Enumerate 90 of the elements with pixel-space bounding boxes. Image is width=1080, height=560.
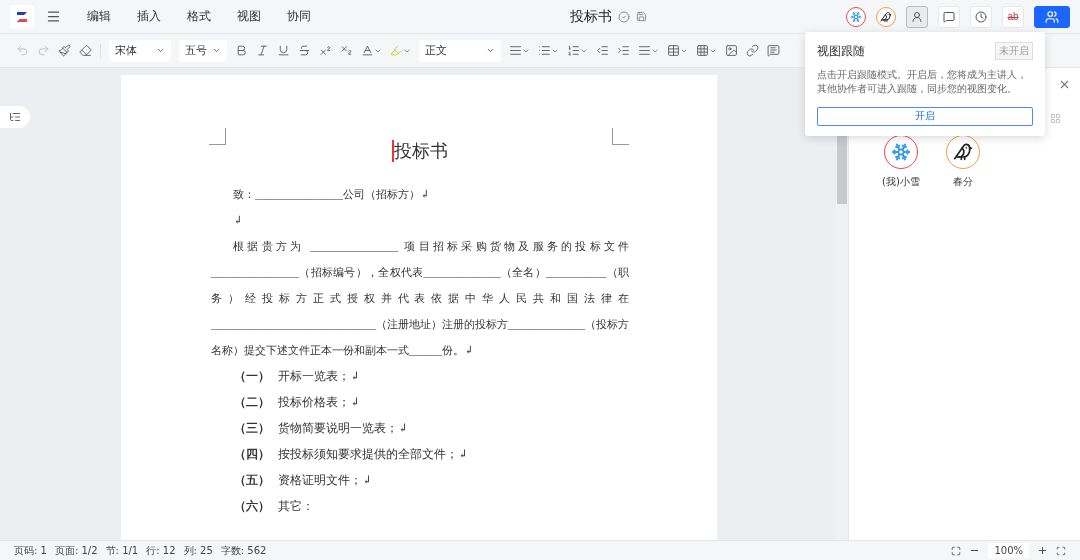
status-item: 节: 1/1 [105,543,139,558]
bold-icon[interactable] [235,44,248,57]
member-name: 春分 [952,175,973,189]
comment-button[interactable] [938,5,960,28]
outline-icon [9,111,21,123]
outline-tab[interactable] [0,106,30,128]
zoom-in-icon[interactable] [1037,545,1048,556]
grid-icon[interactable] [696,44,717,57]
status-item: 行: 12 [146,543,176,558]
format-painter-icon[interactable] [58,44,71,57]
status-item: 列: 25 [183,543,213,558]
check-circle-icon [618,10,630,23]
list-text: 资格证明文件；↲ [278,473,372,488]
app-logo[interactable] [10,4,34,29]
margin-mark [612,128,629,145]
align-icon[interactable] [509,44,530,57]
image-icon[interactable] [725,44,738,57]
caret-icon [486,46,495,55]
link-icon[interactable] [746,44,759,57]
menu-icon[interactable] [46,9,61,24]
list-text: 开标一览表；↲ [278,369,360,384]
comment-icon[interactable] [767,44,780,57]
text-cursor [392,140,394,162]
revision-button[interactable]: ab [1002,5,1024,28]
document-title[interactable]: 投标书 [570,7,612,26]
paragraph: 致：________________公司（招标方）↲ [232,187,431,202]
popover-description: 点击开启跟随模式。开启后，您将成为主讲人，其他协作者可进入跟随，同步您的视图变化。 [817,68,1028,96]
indent-decrease-icon[interactable] [596,44,609,57]
list-text: 其它： [278,499,314,514]
menu-item[interactable]: 编辑 [87,8,111,25]
size-select[interactable]: 五号 [179,39,227,62]
list-marker: （二） [234,395,270,411]
status-badge: 未开启 [995,42,1033,60]
line-spacing-icon[interactable] [638,44,659,57]
history-button[interactable] [970,5,992,28]
font-color-icon[interactable] [361,44,382,57]
collaborator-avatar[interactable] [846,6,866,27]
italic-icon[interactable] [256,44,269,57]
eraser-icon[interactable] [79,44,92,57]
zoom-level[interactable]: 100% [988,543,1029,558]
menu-item[interactable]: 格式 [187,8,211,25]
list-text: 货物简要说明一览表；↲ [278,421,408,436]
indent-increase-icon[interactable] [617,44,630,57]
status-item: 字数: 562 [220,543,267,558]
collaborator-avatar[interactable] [876,6,896,27]
list-text: 按投标须知要求提供的全部文件；↲ [278,447,468,462]
comment-icon [943,10,955,23]
heading: 投标书 [394,140,448,163]
fit-icon[interactable] [1056,545,1066,556]
menu-item[interactable]: 插入 [137,8,161,25]
member-name: (我)小雪 [882,175,920,189]
margin-mark [209,128,226,145]
share-button[interactable] [1034,5,1070,28]
caret-icon [156,46,165,55]
popover-title: 视图跟随 [817,42,865,60]
bird-icon [880,10,892,23]
list-text: 投标价格表；↲ [278,395,360,410]
menu-item[interactable]: 协同 [287,8,311,25]
clock-icon [975,10,987,23]
subscript-icon[interactable] [340,44,353,57]
list-marker: （五） [234,473,270,489]
underline-icon[interactable] [277,44,290,57]
list-marker: （六） [234,498,270,515]
strikethrough-icon[interactable] [298,44,311,57]
enable-button[interactable]: 开启 [817,106,1033,126]
close-icon[interactable] [1058,78,1071,91]
save-icon[interactable] [636,11,647,22]
menu-item[interactable]: 视图 [237,8,261,25]
status-item: 页码: 1 [14,543,47,558]
superscript-icon[interactable] [319,44,332,57]
caret-icon [212,46,221,55]
status-item: 页面: 1/2 [54,543,98,558]
list-marker: （三） [234,421,270,437]
paragraph: ↲ [232,213,244,228]
users-icon [1045,9,1059,24]
paragraph: 根据贵方为 ________________ 项目招标采购货物及服务的投标文件 ________________（招标编号），全权代表______________（全名）___________（职务）经投标方正式授权并代表依据中华人民共和国法律在______________________________（注册地址）注册的投标方______________（投标方名称）提交下述文件正本一份和副本一式______份。↲ [211,239,629,358]
list-marker: （四） [234,447,270,463]
user-icon [911,10,923,23]
table-icon[interactable] [667,44,688,57]
bullet-list-icon[interactable] [538,44,559,57]
follow-button[interactable] [906,5,928,28]
snowflake-icon [850,10,862,23]
snowflake-icon [890,142,911,162]
numbered-list-icon[interactable] [567,44,588,57]
bird-icon [952,142,973,162]
style-select[interactable]: 正文 [419,39,501,62]
fullscreen-icon[interactable] [951,545,962,556]
member-avatar[interactable] [945,135,980,169]
list-marker: （一） [234,369,270,385]
font-select[interactable]: 宋体 [109,39,171,62]
